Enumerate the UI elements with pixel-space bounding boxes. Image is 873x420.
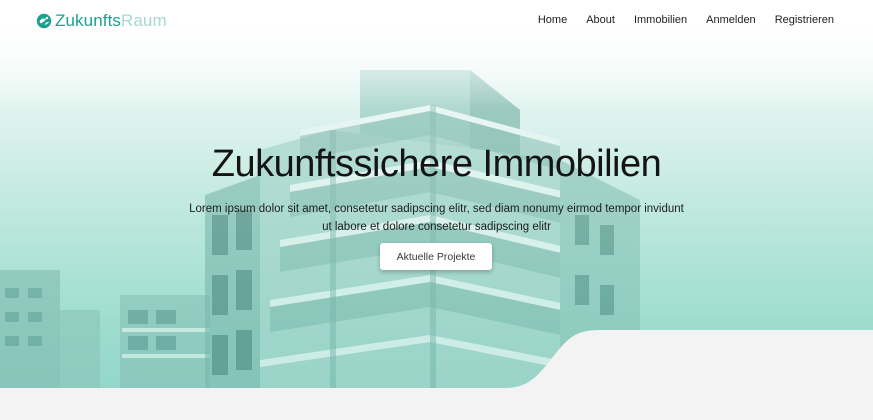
- globe-leaf-icon: [36, 13, 52, 29]
- nav-link-immobilien[interactable]: Immobilien: [634, 14, 687, 26]
- brand-name-primary: Zukunfts: [55, 11, 121, 30]
- main-navigation: Home About Immobilien Anmelden Registrie…: [519, 14, 834, 26]
- brand-name-secondary: Raum: [121, 11, 167, 30]
- section-wave-divider: [0, 330, 873, 420]
- hero-subtitle-line-2: ut labore et dolore consetetur sadipscin…: [322, 221, 551, 233]
- landing-page: Zukunfts Raum Home About Immobilien Anmel…: [0, 0, 873, 420]
- brand-logo[interactable]: Zukunfts Raum: [36, 11, 167, 31]
- hero-subtitle: Lorem ipsum dolor sit amet, consetetur s…: [186, 200, 687, 236]
- nav-link-registrieren[interactable]: Registrieren: [775, 14, 834, 26]
- nav-link-anmelden[interactable]: Anmelden: [706, 14, 756, 26]
- current-projects-button[interactable]: Aktuelle Projekte: [380, 243, 492, 270]
- nav-link-about[interactable]: About: [586, 14, 615, 26]
- hero-title: Zukunftssichere Immobilien: [211, 143, 662, 185]
- hero-subtitle-line-1: Lorem ipsum dolor sit amet, consetetur s…: [189, 203, 684, 215]
- nav-link-home[interactable]: Home: [538, 14, 567, 26]
- site-header: Zukunfts Raum Home About Immobilien Anmel…: [0, 0, 873, 42]
